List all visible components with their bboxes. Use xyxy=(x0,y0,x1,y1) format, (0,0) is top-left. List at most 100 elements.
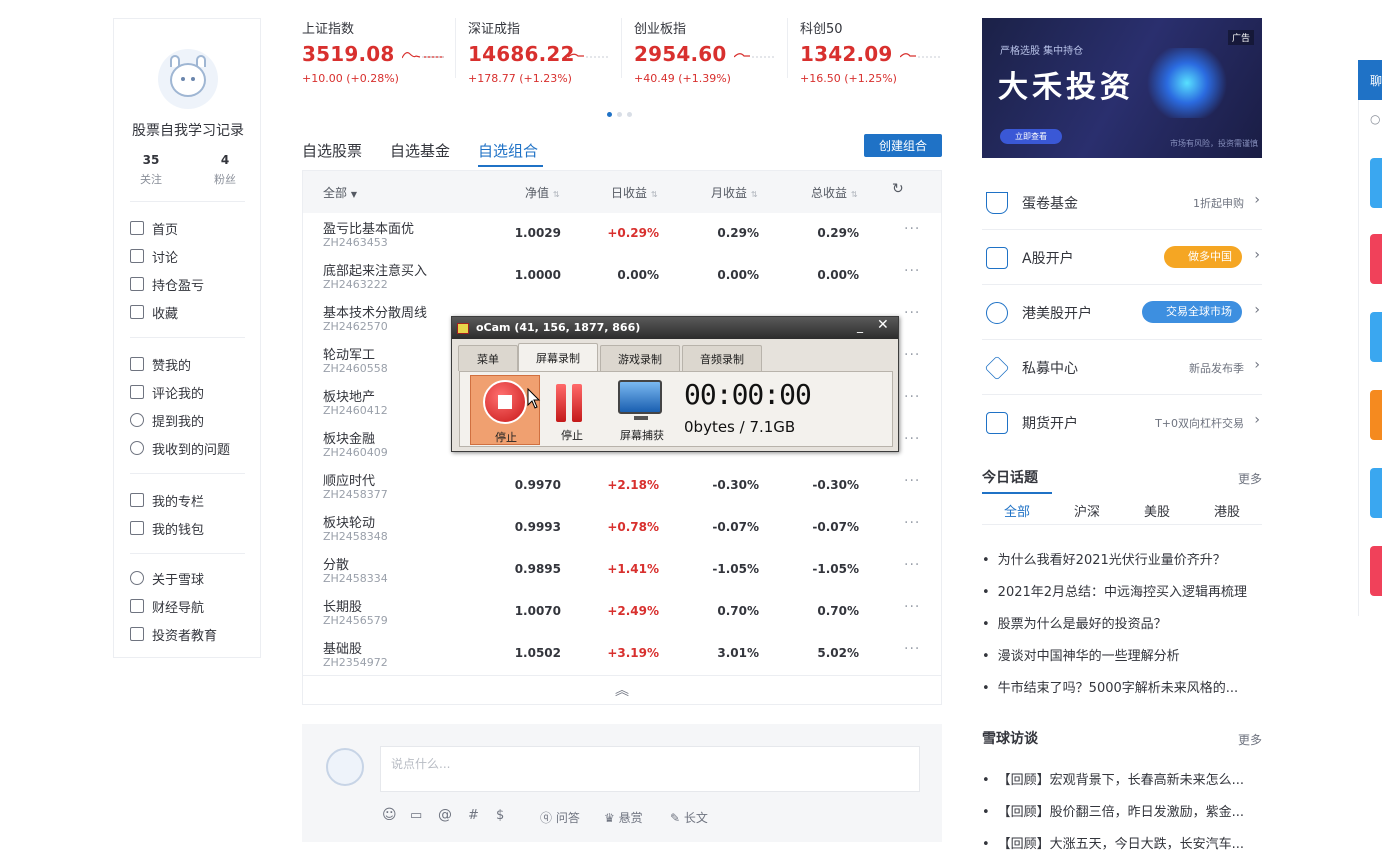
strip-block[interactable] xyxy=(1370,158,1382,208)
ocam-tab-menu[interactable]: 菜单 xyxy=(458,345,518,371)
reward-button[interactable]: ♛ 悬赏 xyxy=(604,809,643,826)
image-icon[interactable]: ▭ xyxy=(410,808,422,823)
portfolio-name[interactable]: 板块地产 xyxy=(323,386,375,405)
strip-block[interactable] xyxy=(1370,234,1382,284)
header-month[interactable]: 月收益 ⇅ xyxy=(711,184,758,201)
nav-mentions[interactable]: 提到我的 xyxy=(130,409,250,431)
more-icon[interactable]: ··· xyxy=(904,641,920,657)
topic-tab-us[interactable]: 美股 xyxy=(1122,501,1192,520)
ocam-tab-audio[interactable]: 音频录制 xyxy=(682,345,762,371)
pause-icon-right[interactable] xyxy=(572,384,582,422)
topic-link[interactable]: 股票为什么是最好的投资品？ xyxy=(982,613,1262,632)
service-hk-us[interactable]: 港美股开户 交易全球市场 › xyxy=(982,285,1262,340)
at-icon[interactable]: @ xyxy=(438,807,452,823)
create-portfolio-button[interactable]: 创建组合 xyxy=(864,134,942,157)
topic-tab-shsz[interactable]: 沪深 xyxy=(1052,501,1122,520)
table-row[interactable]: 顺应时代 ZH2458377 0.9970 +2.18% -0.30% -0.30% ··· xyxy=(303,465,941,507)
more-icon[interactable]: ··· xyxy=(904,389,920,405)
followers-stat[interactable]: 4 粉丝 xyxy=(188,153,262,187)
table-row[interactable]: 盈亏比基本面优 ZH2463453 1.0029 +0.29% 0.29% 0.29% ··… xyxy=(303,213,941,255)
strip-block[interactable] xyxy=(1370,546,1382,596)
more-icon[interactable]: ··· xyxy=(904,431,920,447)
nav-wallet[interactable]: 我的钱包 xyxy=(130,517,250,539)
minimize-button[interactable]: _ xyxy=(857,319,863,333)
header-day[interactable]: 日收益 ⇅ xyxy=(611,184,658,201)
topics-more-link[interactable]: 更多 xyxy=(1238,470,1262,487)
index-sz[interactable]: 深证成指 14686.22 +178.77 (+1.23%) xyxy=(468,18,618,85)
more-icon[interactable]: ··· xyxy=(904,263,920,279)
portfolio-name[interactable]: 分散 xyxy=(323,554,349,573)
refresh-icon[interactable]: ↻ xyxy=(892,181,904,197)
more-icon[interactable]: ··· xyxy=(904,305,920,321)
nav-column[interactable]: 我的专栏 xyxy=(130,489,250,511)
avatar[interactable] xyxy=(158,49,218,109)
more-icon[interactable]: ··· xyxy=(904,515,920,531)
more-icon[interactable]: ··· xyxy=(904,599,920,615)
hashtag-icon[interactable]: # xyxy=(468,808,479,823)
collapse-button[interactable]: ︽ xyxy=(303,675,941,705)
portfolio-name[interactable]: 盈亏比基本面优 xyxy=(323,218,414,237)
capture-label[interactable]: 屏幕捕获 xyxy=(610,427,674,443)
close-button[interactable]: ✕ xyxy=(877,317,889,333)
portfolio-name[interactable]: 基本技术分散周线 xyxy=(323,302,427,321)
table-row[interactable]: 基础股 ZH2354972 1.0502 +3.19% 3.01% 5.02% ··· xyxy=(303,633,941,675)
tab-stocks[interactable]: 自选股票 xyxy=(302,140,362,161)
service-pill[interactable]: 交易全球市场 xyxy=(1142,301,1242,323)
dollar-icon[interactable]: $ xyxy=(496,808,504,823)
index-kc50[interactable]: 科创50 1342.09 +16.50 (+1.25%) xyxy=(800,18,950,85)
ocam-title[interactable]: oCam (41, 156, 1877, 866) xyxy=(452,317,898,339)
header-total[interactable]: 总收益 ⇅ xyxy=(811,184,858,201)
index-sh[interactable]: 上证指数 3519.08 +10.00 (+0.28%) xyxy=(302,18,452,85)
interviews-more-link[interactable]: 更多 xyxy=(1238,731,1262,748)
service-pill[interactable]: 做多中国 xyxy=(1164,246,1242,268)
strip-block[interactable] xyxy=(1370,312,1382,362)
table-row[interactable]: 长期股 ZH2456579 1.0070 +2.49% 0.70% 0.70% ··· xyxy=(303,591,941,633)
header-all[interactable]: 全部 ▼ xyxy=(323,184,357,201)
table-row[interactable]: 板块轮动 ZH2458348 0.9993 +0.78% -0.07% -0.07% ··· xyxy=(303,507,941,549)
nav-holdings[interactable]: 持仓盈亏 xyxy=(130,273,250,295)
nav-about[interactable]: 关于雪球 xyxy=(130,567,250,589)
nav-likes[interactable]: 赞我的 xyxy=(130,353,250,375)
portfolio-name[interactable]: 顺应时代 xyxy=(323,470,375,489)
nav-comments-me[interactable]: 评论我的 xyxy=(130,381,250,403)
nav-finance-guide[interactable]: 财经导航 xyxy=(130,595,250,617)
tab-funds[interactable]: 自选基金 xyxy=(390,140,450,161)
ocam-tab-game[interactable]: 游戏录制 xyxy=(600,345,680,371)
service-a-share[interactable]: A股开户 做多中国 › xyxy=(982,230,1262,285)
search-icon[interactable]: ○ xyxy=(1370,112,1380,126)
header-nav[interactable]: 净值 ⇅ xyxy=(525,184,560,201)
more-icon[interactable]: ··· xyxy=(904,557,920,573)
monitor-icon[interactable] xyxy=(618,380,662,414)
comment-input[interactable]: 说点什么... xyxy=(380,746,920,792)
service-futures[interactable]: 期货开户 T+0双向杠杆交易 › xyxy=(982,395,1262,450)
portfolio-name[interactable]: 板块轮动 xyxy=(323,512,375,531)
table-row[interactable]: 分散 ZH2458334 0.9895 +1.41% -1.05% -1.05% ··· xyxy=(303,549,941,591)
ad-cta-button[interactable]: 立即查看 xyxy=(1000,129,1062,144)
pause-label[interactable]: 停止 xyxy=(552,427,592,443)
portfolio-name[interactable]: 底部起来注意买入 xyxy=(323,260,427,279)
portfolio-name[interactable]: 基础股 xyxy=(323,638,362,657)
chat-tab[interactable]: 聊 xyxy=(1358,60,1382,100)
more-icon[interactable]: ··· xyxy=(904,221,920,237)
strip-block[interactable] xyxy=(1370,390,1382,440)
carousel-dot[interactable] xyxy=(617,112,622,117)
nav-discussion[interactable]: 讨论 xyxy=(130,245,250,267)
topic-link[interactable]: 为什么我看好2021光伏行业量价齐升？ xyxy=(982,549,1262,568)
topic-link[interactable]: 牛市结束了吗？5000字解析未来风格的... xyxy=(982,677,1262,696)
following-stat[interactable]: 35 关注 xyxy=(114,153,188,187)
carousel-dot[interactable] xyxy=(607,112,612,117)
interview-link[interactable]: 【回顾】大涨五天，今日大跌，长安汽车... xyxy=(982,833,1262,852)
portfolio-name[interactable]: 板块金融 xyxy=(323,428,375,447)
table-row[interactable]: 底部起来注意买入 ZH2463222 1.0000 0.00% 0.00% 0.00% ··… xyxy=(303,255,941,297)
interview-link[interactable]: 【回顾】股价翻三倍，昨日发激励，紫金... xyxy=(982,801,1262,820)
index-cyb[interactable]: 创业板指 2954.60 +40.49 (+1.39%) xyxy=(634,18,784,85)
interview-link[interactable]: 【回顾】宏观背景下，长春高新未来怎么... xyxy=(982,769,1262,788)
topic-link[interactable]: 漫谈对中国神华的一些理解分析 xyxy=(982,645,1262,664)
nav-home[interactable]: 首页 xyxy=(130,217,250,239)
topic-tab-all[interactable]: 全部 xyxy=(982,501,1052,520)
nav-education[interactable]: 投资者教育 xyxy=(130,623,250,645)
topic-link[interactable]: 2021年2月总结：中远海控买入逻辑再梳理 xyxy=(982,581,1262,600)
emoji-icon[interactable]: ☺ xyxy=(382,807,397,823)
ad-banner[interactable]: 严格选股 集中持仓 大禾投资 立即查看 广告 市场有风险，投资需谨慎 xyxy=(982,18,1262,158)
portfolio-name[interactable]: 轮动军工 xyxy=(323,344,375,363)
